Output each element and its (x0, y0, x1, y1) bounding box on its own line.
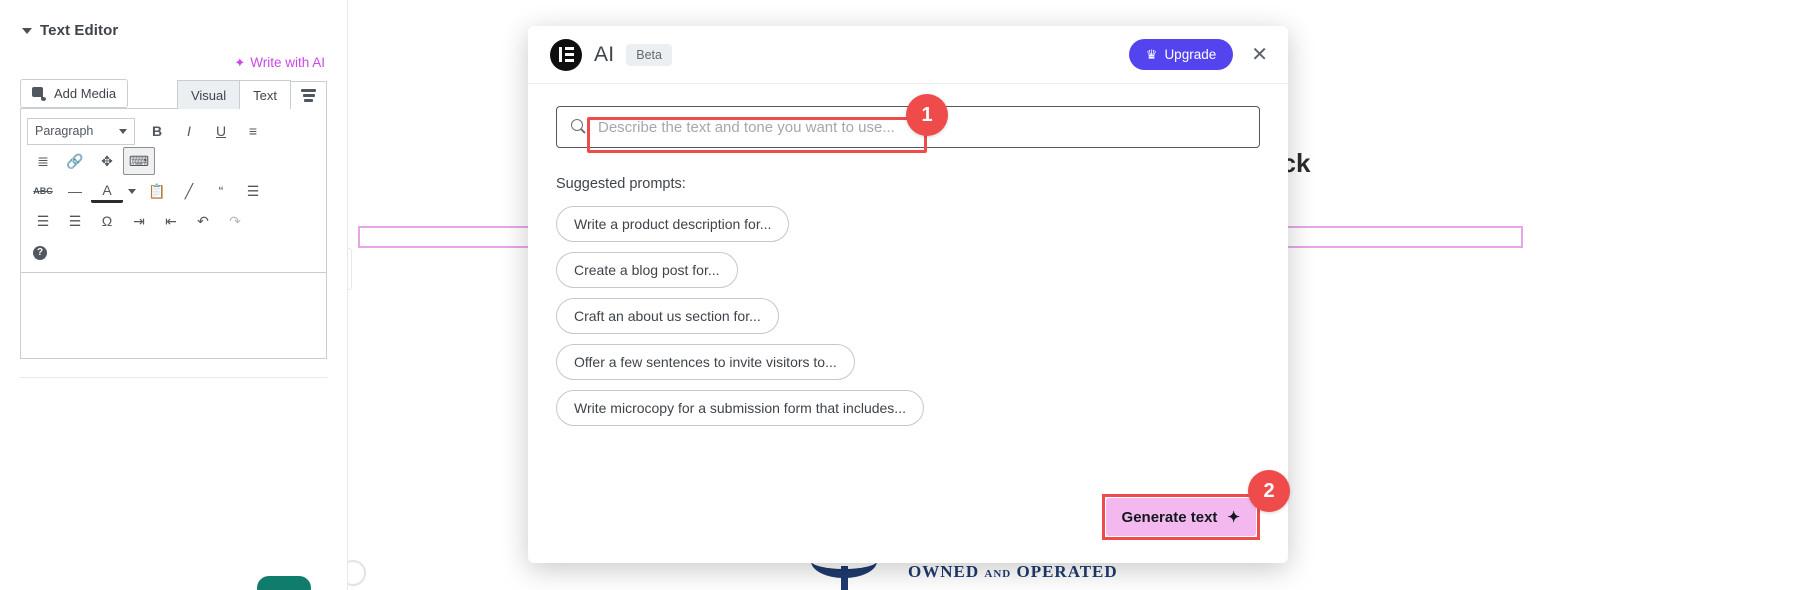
toolbar-row-1: Paragraph B I U ≡ (27, 116, 320, 146)
toolbar-row-2: ≣ 🔗 ✥ ⌨ (27, 146, 320, 176)
owned-and-operated-text: OWNED AND OPERATED (908, 562, 1118, 582)
prompt-chip[interactable]: Write microcopy for a submission form th… (556, 390, 924, 426)
chat-widget-bubble[interactable] (255, 574, 313, 590)
align-center-button[interactable]: ☰ (27, 207, 59, 235)
prompt-chip[interactable]: Craft an about us section for... (556, 298, 779, 334)
prompt-chip[interactable]: Offer a few sentences to invite visitors… (556, 344, 855, 380)
tab-dynamic-tags[interactable] (291, 81, 327, 109)
editor-sidebar: Text Editor ✦ Write with AI Add Media Vi… (0, 0, 348, 590)
close-icon[interactable]: ✕ (1251, 45, 1268, 65)
toolbar-row-4: ☰ ☰ Ω ⇥ ⇤ ↶ ↷ (27, 206, 320, 236)
editor-content-area[interactable] (20, 273, 327, 359)
undo-button[interactable]: ↶ (187, 207, 219, 235)
generate-text-button[interactable]: Generate text ✦ (1105, 498, 1256, 536)
chevron-down-icon (119, 128, 127, 134)
write-with-ai-row: ✦ Write with AI (0, 39, 347, 70)
indent-button[interactable]: ⇥ (123, 207, 155, 235)
toolbar-row-3: ABC — A 📋 ╱ “ ☰ (27, 176, 320, 206)
redo-button[interactable]: ↷ (219, 207, 251, 235)
sparkle-icon: ✦ (1227, 509, 1240, 526)
owned-word: OWNED (908, 562, 980, 581)
operated-word: OPERATED (1016, 562, 1118, 581)
sparkle-icon: ✦ (234, 55, 246, 70)
ai-modal: AI Beta ♛ Upgrade ✕ 1 Suggested prompts: (528, 26, 1290, 563)
link-icon[interactable]: 🔗 (59, 147, 91, 175)
write-with-ai-button[interactable]: ✦ Write with AI (234, 55, 325, 70)
wp-editor: Add Media Visual Text Paragraph B I U ≡ … (20, 79, 327, 359)
tab-text[interactable]: Text (240, 80, 291, 109)
numbered-list-button[interactable]: ≣ (27, 147, 59, 175)
ai-modal-footer: Generate text ✦ 2 (528, 470, 1290, 563)
tab-visual[interactable]: Visual (176, 80, 241, 109)
search-icon (571, 118, 588, 136)
outdent-button[interactable]: ⇤ (155, 207, 187, 235)
write-with-ai-label: Write with AI (250, 55, 325, 70)
strikethrough-button[interactable]: ABC (27, 177, 59, 205)
badge-stem-icon (841, 566, 848, 590)
generate-text-label: Generate text (1121, 508, 1218, 526)
prompt-chip[interactable]: Write a product description for... (556, 206, 790, 242)
and-word: AND (984, 568, 1012, 580)
horizontal-rule-button[interactable]: — (59, 177, 91, 205)
text-color-chevron-icon[interactable] (123, 177, 141, 205)
align-left-button[interactable]: ☰ (237, 177, 269, 205)
beta-badge: Beta (626, 43, 672, 66)
keyboard-toolbar-toggle[interactable]: ⌨ (123, 147, 155, 175)
chevron-down-icon[interactable] (22, 27, 32, 34)
elementor-logo-icon (550, 38, 582, 71)
upgrade-label: Upgrade (1164, 47, 1217, 62)
help-icon[interactable]: ? (33, 245, 47, 260)
suggested-prompts-list: Write a product description for... Creat… (556, 206, 1260, 426)
crown-icon: ♛ (1145, 47, 1158, 62)
ai-modal-header: AI Beta ♛ Upgrade ✕ (528, 26, 1288, 84)
paste-as-text-icon[interactable]: 📋 (141, 177, 173, 205)
add-media-button[interactable]: Add Media (20, 79, 129, 108)
panel-collapse-handle[interactable]: ‹ (348, 248, 352, 290)
generate-button-wrapper: Generate text ✦ 2 (1101, 470, 1290, 540)
bulleted-list-button[interactable]: ≡ (237, 117, 269, 145)
format-select-value: Paragraph (35, 124, 94, 138)
clear-formatting-icon[interactable]: ╱ (173, 177, 205, 205)
underline-button[interactable]: U (205, 117, 237, 145)
ai-modal-title: AI (594, 42, 615, 66)
panel-header[interactable]: Text Editor (0, 0, 347, 39)
italic-button[interactable]: I (173, 117, 205, 145)
add-media-label: Add Media (54, 86, 117, 101)
media-icon (32, 86, 47, 101)
bold-button[interactable]: B (141, 117, 173, 145)
editor-top-bar: Add Media Visual Text (20, 79, 327, 109)
editor-tabs: Visual Text (176, 79, 327, 109)
text-color-button[interactable]: A (91, 179, 123, 203)
ai-modal-header-actions: ♛ Upgrade ✕ (1128, 39, 1268, 70)
upgrade-button[interactable]: ♛ Upgrade (1128, 39, 1234, 70)
prompt-chip[interactable]: Create a blog post for... (556, 252, 738, 288)
blockquote-icon[interactable]: “ (205, 177, 237, 205)
annotation-step-2: 2 (1248, 470, 1290, 512)
decorative-circle-icon (348, 560, 366, 586)
fullscreen-icon[interactable]: ✥ (91, 147, 123, 175)
format-select[interactable]: Paragraph (27, 117, 135, 145)
annotation-step-1: 1 (906, 94, 948, 136)
ai-modal-body: 1 Suggested prompts: Write a product des… (528, 84, 1288, 426)
editor-toolbar: Paragraph B I U ≡ ≣ 🔗 ✥ ⌨ ABC — A 📋 ╱ “ … (20, 108, 327, 273)
special-character-button[interactable]: Ω (91, 207, 123, 235)
align-right-button[interactable]: ☰ (59, 207, 91, 235)
database-icon (301, 89, 316, 102)
ai-modal-title-group: AI Beta (550, 38, 672, 71)
toolbar-row-5: ? (27, 236, 320, 266)
suggested-prompts-label: Suggested prompts: (556, 176, 686, 192)
panel-lower-area (20, 377, 327, 590)
panel-title: Text Editor (40, 22, 119, 39)
elementor-editor-screen: Ge ssessment Now Act nov Your assessment… (0, 0, 1800, 590)
